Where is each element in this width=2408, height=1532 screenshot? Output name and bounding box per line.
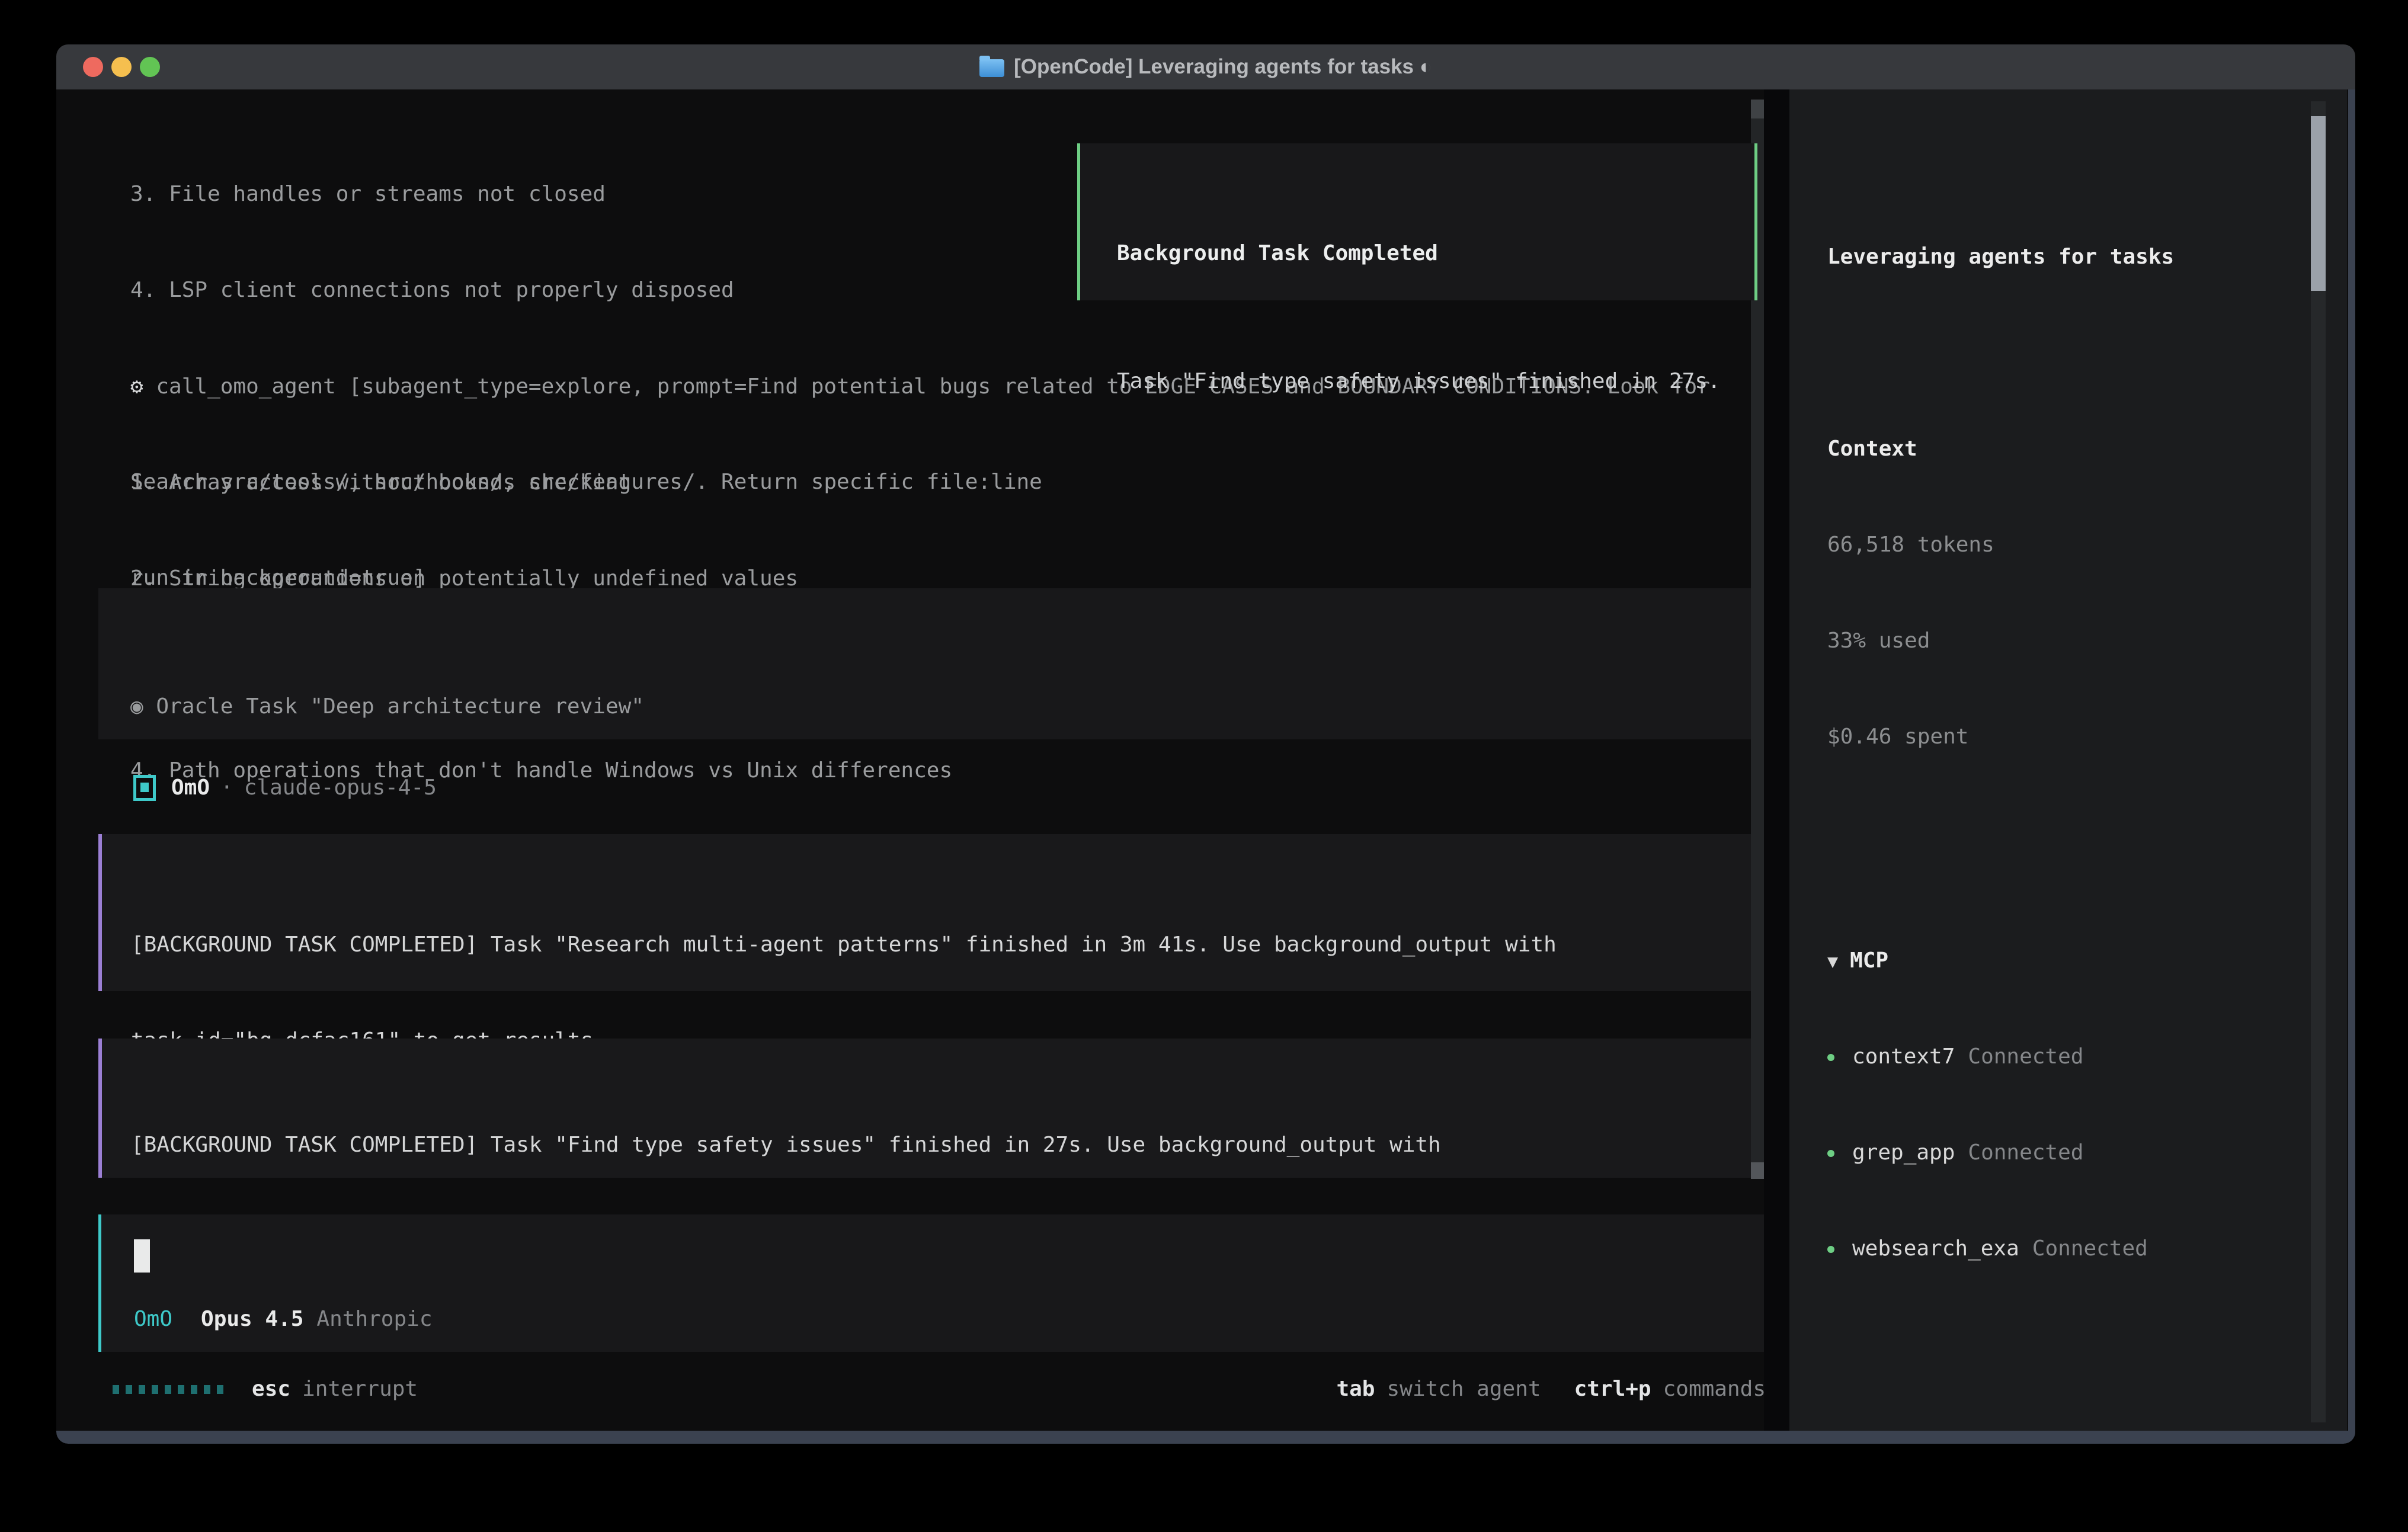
sidebar-content: Leveraging agents for tasks Context 66,5… [1789,153,2347,1431]
oracle-task-box: ◉ Oracle Task "Deep architecture review"… [98,588,1766,739]
main-sidebar-divider [1764,89,1789,1444]
tab-hint-group: tab switch agent [1336,1373,1541,1405]
agent-model: claude-opus-4-5 [244,772,437,804]
status-dot-icon [1827,1054,1834,1061]
opencode-window: [OpenCode] Leveraging agents for tasks ◐… [56,44,2355,1444]
input-model-name[interactable]: Opus 4.5 [201,1303,303,1335]
sidebar: Leveraging agents for tasks Context 66,5… [1789,89,2347,1431]
mcp-item: grep_appConnected [1827,1137,2347,1169]
task-message-line: [BACKGROUND TASK COMPLETED] Task "Find t… [131,1129,1766,1161]
session-title: Leveraging agents for tasks [1827,241,2347,273]
record-icon: ◉ [130,694,156,719]
status-dot-icon [1827,1150,1834,1157]
esc-key-hint: esc [252,1373,290,1405]
separator-dot: · [220,772,233,804]
status-dot-icon [1827,1246,1834,1253]
agent-header: OmO · claude-opus-4-5 [133,772,437,804]
mcp-item: context7Connected [1827,1041,2347,1073]
task-message-line: [BACKGROUND TASK COMPLETED] Task "Resear… [131,929,1766,961]
prompt-input[interactable]: OmO Opus 4.5 Anthropic [98,1214,1766,1352]
context-spent: $0.46 spent [1827,721,2347,753]
notification-body: Task "Find type safety issues" finished … [1117,366,1754,398]
input-provider-name: Anthropic [316,1303,432,1335]
tool-call-line: 1. Array access without bounds checking [130,467,1710,499]
text-cursor [134,1239,150,1273]
sidebar-scrollbar-thumb[interactable] [2311,116,2326,291]
chevron-down-icon: ▼ [1827,951,1838,972]
input-agent-name: OmO [134,1303,172,1335]
omo-agent-icon [133,775,156,801]
statusbar-right: tab switch agent ctrl+p commands [1336,1373,1766,1405]
esc-key-label: interrupt [302,1373,418,1405]
ctrlp-key-hint: ctrl+p [1574,1373,1651,1405]
task-message: [BACKGROUND TASK COMPLETED] Task "Find t… [98,1039,1766,1178]
scrollback-line: 4. LSP client connections not properly d… [130,274,1042,306]
background-task-notification: Background Task Completed Task "Find typ… [1077,143,1757,300]
main-scrollbar-top-cap [1751,100,1764,118]
gear-icon: ⚙ [130,374,143,399]
scrollback-line: 3. File handles or streams not closed [130,178,1042,210]
mcp-item: websearch_exaConnected [1827,1233,2347,1265]
task-message: [BACKGROUND TASK COMPLETED] Task "Resear… [98,834,1766,991]
statusbar-left: esc interrupt [113,1373,418,1405]
main-scrollbar-thumb[interactable] [1751,1162,1764,1179]
window-bottom-edge [56,1431,2355,1444]
notification-title: Background Task Completed [1117,238,1754,270]
context-heading: Context [1827,433,2347,465]
context-used: 33% used [1827,625,2347,657]
desktop: [OpenCode] Leveraging agents for tasks ◐… [0,0,2408,1532]
activity-dots-icon [113,1385,223,1394]
tab-key-label: switch agent [1386,1373,1541,1405]
agent-name: OmO [171,772,210,804]
ctrlp-key-label: commands [1663,1373,1766,1405]
tab-key-hint: tab [1336,1373,1375,1405]
window-right-edge [2348,89,2355,1444]
ctrlp-hint-group: ctrl+p commands [1574,1373,1766,1405]
context-tokens: 66,518 tokens [1827,529,2347,561]
model-row: OmO Opus 4.5 Anthropic [134,1303,433,1335]
oracle-task-line: ◉ Oracle Task "Deep architecture review" [130,691,1766,723]
sidebar-scrollbar[interactable] [2311,101,2326,1422]
mcp-section-header[interactable]: ▼MCP [1827,945,2347,977]
